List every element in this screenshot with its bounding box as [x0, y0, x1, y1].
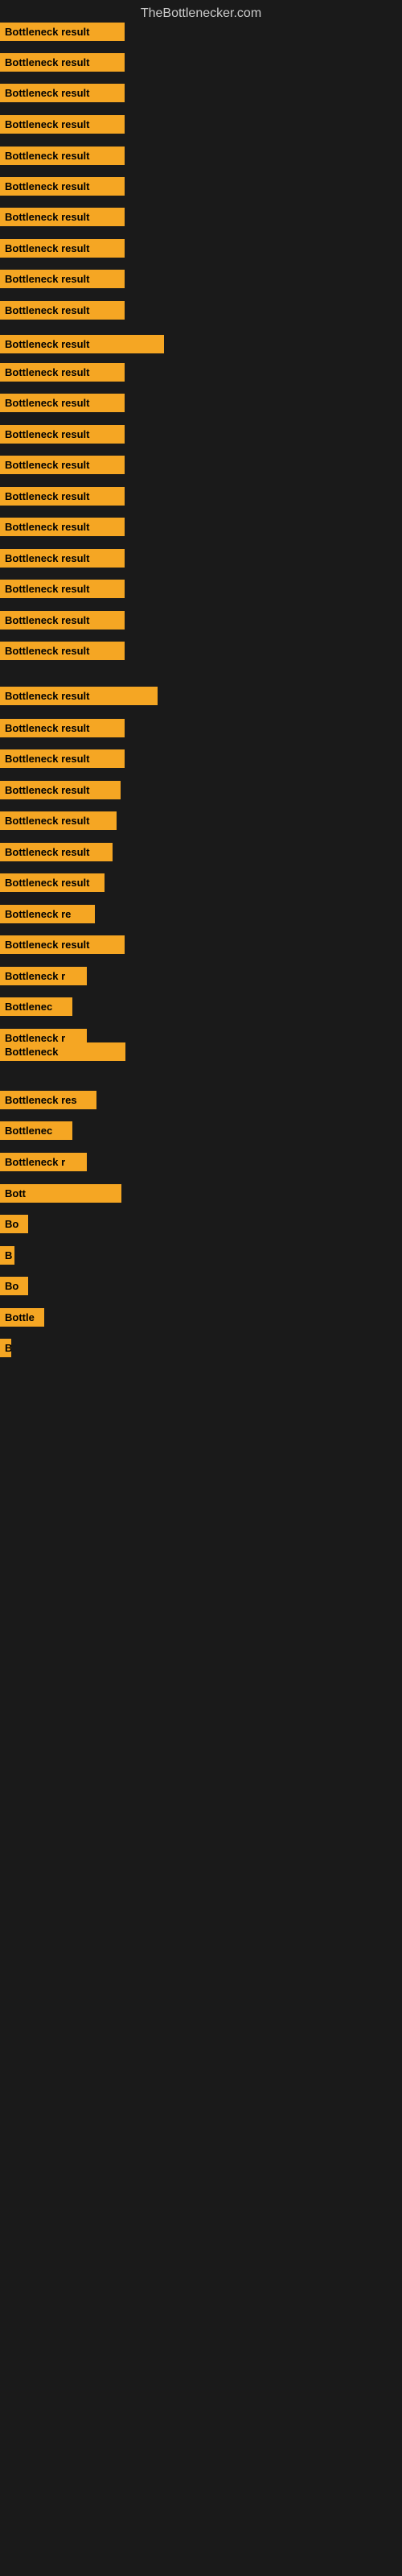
bottleneck-result-item: Bottleneck result [0, 363, 125, 382]
bottleneck-result-item: Bottleneck result [0, 147, 125, 165]
bottleneck-result-item: Bottlenec [0, 997, 72, 1016]
bottleneck-result-item: Bottleneck result [0, 719, 125, 737]
bottleneck-result-item: Bottleneck result [0, 23, 125, 41]
bottleneck-result-item: Bottleneck result [0, 456, 125, 474]
bottleneck-result-item: Bo [0, 1277, 28, 1295]
bottleneck-result-item: Bottleneck result [0, 239, 125, 258]
bottleneck-result-item: B [0, 1339, 11, 1357]
bottleneck-result-item: Bottleneck result [0, 208, 125, 226]
bottleneck-result-item: Bottleneck result [0, 843, 113, 861]
bottleneck-result-item: Bottleneck result [0, 301, 125, 320]
bottleneck-result-item: Bottleneck result [0, 873, 105, 892]
bottleneck-result-item: Bottleneck r [0, 1153, 87, 1171]
bottleneck-result-item: Bottleneck res [0, 1091, 96, 1109]
bottleneck-result-item: Bottleneck result [0, 270, 125, 288]
bottleneck-result-item: Bottleneck result [0, 394, 125, 412]
bottleneck-result-item: Bottleneck result [0, 425, 125, 444]
bottleneck-result-item: Bottleneck result [0, 518, 125, 536]
bottleneck-result-item: Bottleneck result [0, 611, 125, 630]
bottleneck-result-item: Bottleneck result [0, 487, 125, 506]
bottleneck-result-item: Bo [0, 1215, 28, 1233]
bottleneck-result-item: Bottleneck result [0, 53, 125, 72]
bottleneck-result-item: Bottleneck [0, 1042, 125, 1061]
bottleneck-result-item: Bottleneck result [0, 781, 121, 799]
bottleneck-result-item: Bottleneck result [0, 84, 125, 102]
bottleneck-result-item: Bottleneck result [0, 177, 125, 196]
bottleneck-result-item: Bottle [0, 1308, 44, 1327]
bottleneck-result-item: Bottleneck result [0, 935, 125, 954]
bottleneck-result-item: Bottleneck result [0, 580, 125, 598]
bottleneck-result-item: Bottleneck re [0, 905, 95, 923]
bottleneck-result-item: Bottleneck result [0, 811, 117, 830]
bottleneck-result-item: Bottleneck result [0, 687, 158, 705]
bottleneck-result-item: Bottleneck result [0, 115, 125, 134]
bottleneck-result-item: B [0, 1246, 14, 1265]
bottleneck-result-item: Bottleneck r [0, 967, 87, 985]
bottleneck-result-item: Bott [0, 1184, 121, 1203]
bottleneck-result-item: Bottleneck result [0, 335, 164, 353]
bottleneck-result-item: Bottleneck result [0, 642, 125, 660]
bottleneck-result-item: Bottleneck result [0, 549, 125, 568]
bottleneck-result-item: Bottlenec [0, 1121, 72, 1140]
bottleneck-result-item: Bottleneck result [0, 749, 125, 768]
